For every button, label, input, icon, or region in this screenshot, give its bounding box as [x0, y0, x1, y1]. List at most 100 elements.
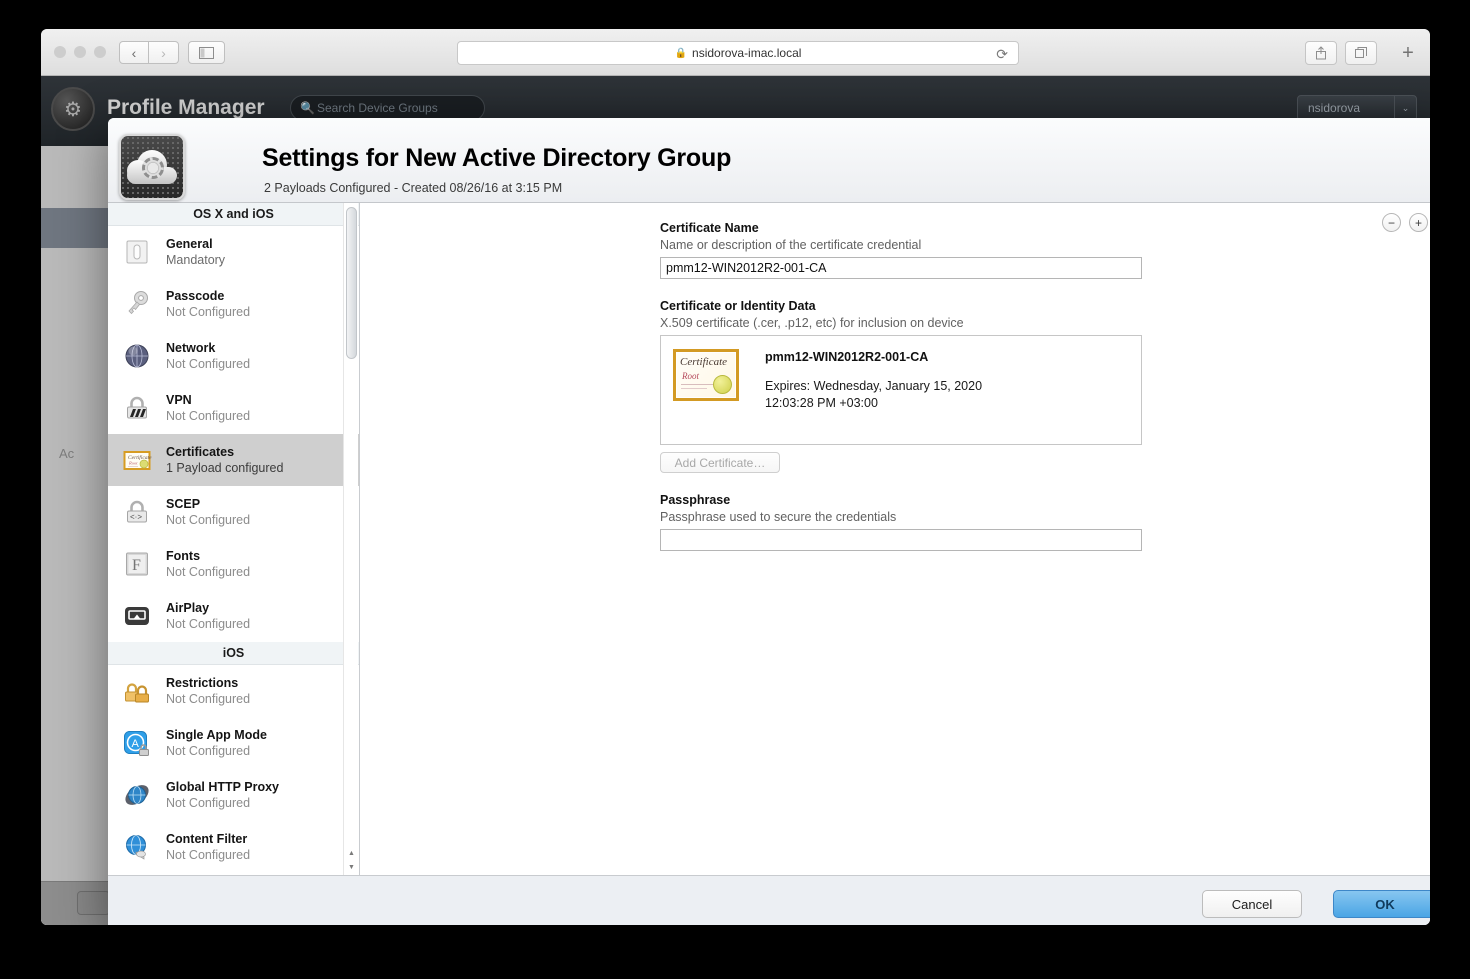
back-icon[interactable]: ‹ — [119, 41, 149, 64]
payload-add-remove-buttons: − + — [1382, 213, 1428, 232]
new-tab-button[interactable]: + — [1396, 41, 1420, 65]
sidebar-item-restrictions[interactable]: Restrictions Not Configured — [108, 665, 359, 717]
url-address-bar[interactable]: 🔒 nsidorova-imac.local ⟳ — [457, 41, 1019, 65]
add-payload-button[interactable]: + — [1409, 213, 1428, 232]
content-filter-icon — [122, 832, 152, 862]
payload-content-panel: − + Certificate Name Name or description… — [360, 203, 1430, 875]
single-app-mode-icon: A — [122, 728, 152, 758]
remove-payload-button[interactable]: − — [1382, 213, 1401, 232]
sidebar-toggle-icon[interactable] — [188, 41, 225, 64]
dialog-footer: Cancel OK — [108, 875, 1430, 925]
tabs-glyph — [1355, 47, 1367, 58]
scep-lock-icon: <·> — [122, 497, 152, 527]
certificate-thumb-subtitle: Root — [682, 371, 699, 381]
sidebar-item-general[interactable]: General Mandatory — [108, 226, 359, 278]
sidebar-group-header-osx-ios: OS X and iOS — [108, 203, 359, 226]
certificate-thumb-line — [681, 384, 715, 385]
scroll-down-icon[interactable]: ▼ — [346, 861, 357, 874]
browser-toolbar: ‹ › 🔒 nsidorova-imac.local ⟳ + — [41, 29, 1430, 76]
reload-icon[interactable]: ⟳ — [996, 46, 1008, 63]
certificate-expiry-info: Expires: Wednesday, January 15, 2020 12:… — [765, 378, 982, 412]
sidebar-item-label: SCEP — [166, 497, 201, 511]
profile-manager-logo-icon: ⚙ — [51, 87, 95, 131]
certificate-expiry-date: Expires: Wednesday, January 15, 2020 — [765, 379, 983, 393]
svg-text:Root: Root — [128, 461, 138, 466]
payload-sidebar[interactable]: OS X and iOS General Mandatory Passcode … — [108, 203, 360, 875]
sidebar-item-status: Not Configured — [166, 305, 251, 319]
cancel-button[interactable]: Cancel — [1202, 890, 1302, 918]
svg-text:F: F — [132, 557, 141, 574]
sidebar-item-status: Not Configured — [166, 513, 251, 527]
show-tabs-icon[interactable] — [1345, 41, 1377, 65]
minimize-window-button[interactable] — [74, 46, 86, 58]
certificate-drop-box[interactable]: Certificate Root pmm12-WIN2012R2-001-CA … — [660, 335, 1142, 445]
sidebar-item-label: Restrictions — [166, 676, 239, 690]
sidebar-item-label: General — [166, 237, 213, 251]
share-icon[interactable] — [1305, 41, 1337, 65]
dialog-title: Settings for New Active Directory Group — [262, 144, 732, 172]
sidebar-group-header-ios: iOS — [108, 642, 359, 665]
certificate-data-label: Certificate or Identity Data — [660, 299, 816, 313]
passphrase-input[interactable] — [660, 529, 1142, 551]
sidebar-item-status: Not Configured — [166, 796, 251, 810]
sidebar-item-label: VPN — [166, 393, 192, 407]
font-icon: F — [122, 549, 152, 579]
footer-add-button[interactable] — [77, 891, 110, 915]
maximize-window-button[interactable] — [94, 46, 106, 58]
key-icon — [122, 289, 152, 319]
ok-button[interactable]: OK — [1333, 890, 1430, 918]
profile-manager-background-label: Ac — [59, 446, 75, 461]
svg-text:<·>: <·> — [130, 513, 142, 522]
sidebar-item-single-app-mode[interactable]: A Single App Mode Not Configured — [108, 717, 359, 769]
sidebar-item-label: Content Filter — [166, 832, 248, 846]
sidebar-item-network[interactable]: Network Not Configured — [108, 330, 359, 382]
global-http-proxy-icon — [122, 780, 152, 810]
sidebar-item-label: Network — [166, 341, 216, 355]
scroll-up-icon[interactable]: ▲ — [346, 847, 357, 860]
profile-manager-title: Profile Manager — [107, 96, 265, 119]
sidebar-scrollbar-thumb[interactable] — [346, 207, 357, 359]
sidebar-item-status: 1 Payload configured — [166, 461, 284, 475]
dialog-subtitle: 2 Payloads Configured - Created 08/26/16… — [264, 181, 563, 195]
vpn-lock-icon — [122, 393, 152, 423]
add-certificate-button[interactable]: Add Certificate… — [660, 452, 780, 473]
certificate-name-input[interactable] — [660, 257, 1142, 279]
sidebar-item-status: Not Configured — [166, 848, 251, 862]
close-window-button[interactable] — [54, 46, 66, 58]
gear-icon — [142, 157, 164, 179]
settings-dialog: Settings for New Active Directory Group … — [108, 118, 1430, 925]
sidebar-item-status: Mandatory — [166, 253, 226, 267]
sidebar-item-content-filter[interactable]: Content Filter Not Configured — [108, 821, 359, 873]
sidebar-item-label: AirPlay — [166, 601, 210, 615]
share-glyph — [1316, 46, 1326, 60]
certificate-name-label: Certificate Name — [660, 221, 759, 235]
sidebar-item-fonts[interactable]: F Fonts Not Configured — [108, 538, 359, 590]
account-label: nsidorova — [1308, 101, 1361, 115]
certificate-icon: Certificate Root — [122, 445, 152, 475]
certificate-thumbnail-icon: Certificate Root — [673, 349, 739, 401]
sidebar-glyph — [199, 46, 214, 59]
search-icon: 🔍 — [300, 101, 315, 115]
sidebar-item-label: Certificates — [166, 445, 235, 459]
sidebar-item-scep[interactable]: <·> SCEP Not Configured — [108, 486, 359, 538]
sidebar-item-status: Not Configured — [166, 357, 251, 371]
airplay-icon — [122, 601, 152, 631]
navigation-buttons: ‹ › — [119, 41, 179, 64]
passphrase-label: Passphrase — [660, 493, 731, 507]
sidebar-scrollbar[interactable]: ▲ ▼ — [343, 203, 358, 875]
toolbar-right-buttons — [1305, 41, 1377, 65]
window-traffic-lights — [54, 46, 106, 58]
search-placeholder-text: Search Device Groups — [317, 101, 438, 115]
certificate-thumb-line — [681, 388, 707, 389]
sidebar-item-certificates[interactable]: Certificate Root Certificates 1 Payload … — [108, 434, 359, 486]
sidebar-item-passcode[interactable]: Passcode Not Configured — [108, 278, 359, 330]
certificate-thumb-title: Certificate — [680, 356, 728, 368]
sidebar-item-global-http-proxy[interactable]: Global HTTP Proxy Not Configured — [108, 769, 359, 821]
safari-browser-window: ‹ › 🔒 nsidorova-imac.local ⟳ + ⚙ Profile… — [41, 29, 1430, 925]
sidebar-item-status: Not Configured — [166, 409, 251, 423]
cloud-glyph — [127, 150, 177, 184]
passphrase-help: Passphrase used to secure the credential… — [660, 510, 897, 524]
forward-icon[interactable]: › — [149, 41, 179, 64]
sidebar-item-airplay[interactable]: AirPlay Not Configured — [108, 590, 359, 642]
sidebar-item-vpn[interactable]: VPN Not Configured — [108, 382, 359, 434]
